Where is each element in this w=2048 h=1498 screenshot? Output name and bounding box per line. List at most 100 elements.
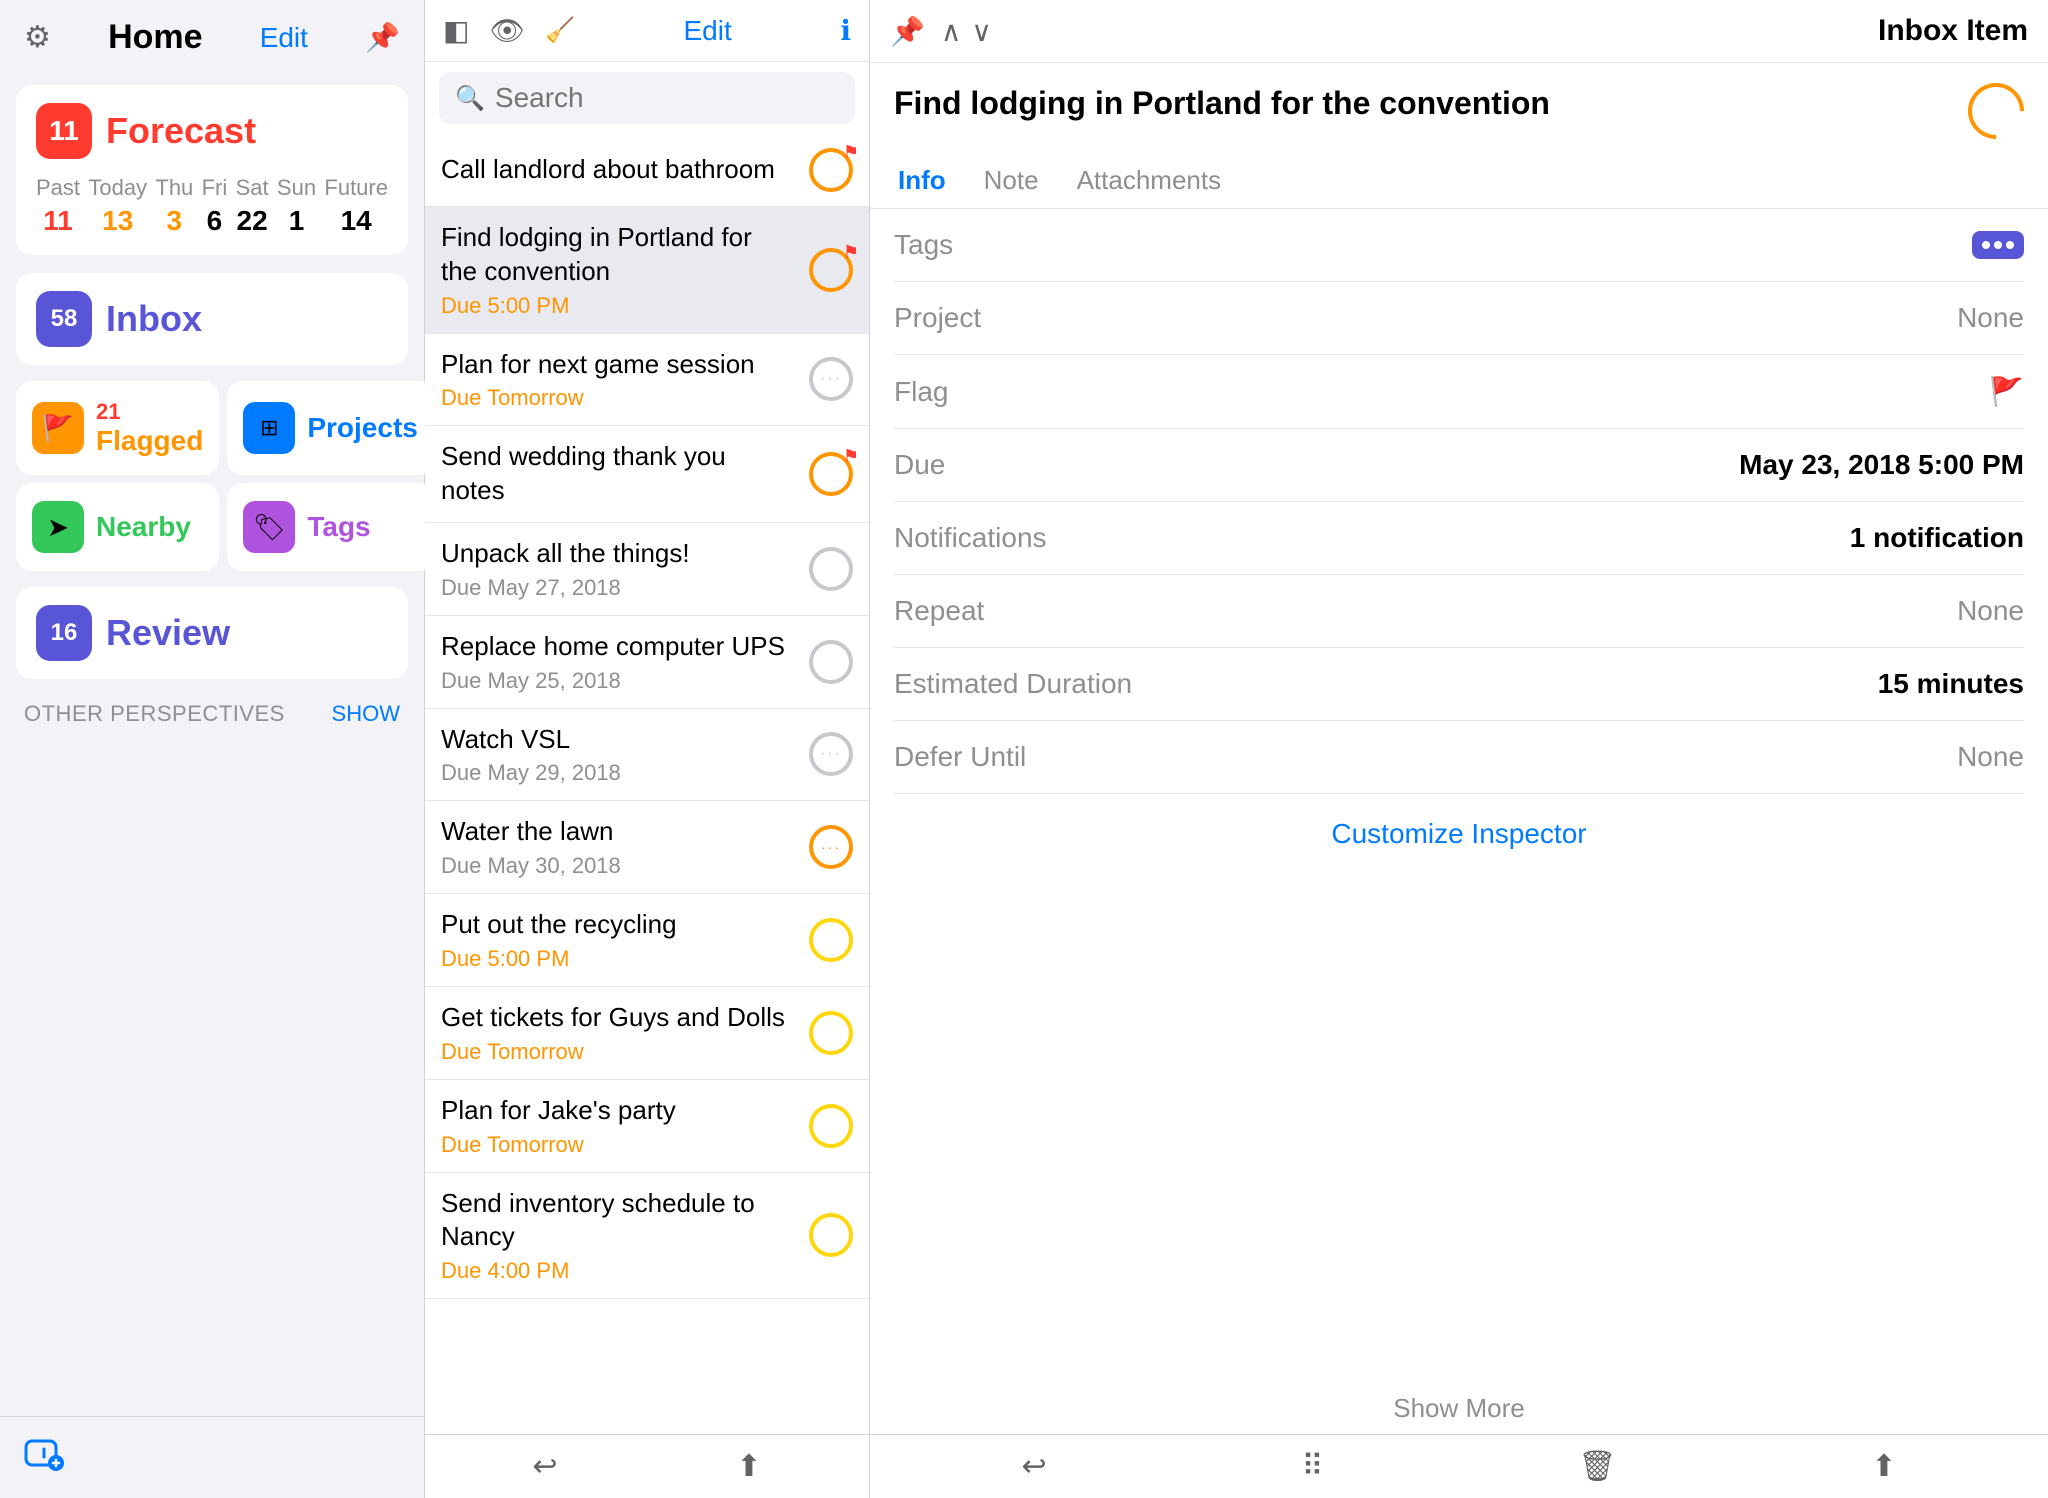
task-circle[interactable] xyxy=(809,640,853,684)
flag-icon: 🚩 xyxy=(32,402,84,454)
edit-button[interactable]: Edit xyxy=(260,22,308,54)
task-item[interactable]: Water the lawn Due May 30, 2018 ··· xyxy=(425,801,869,894)
right-task-title-section: Find lodging in Portland for the convent… xyxy=(870,63,2048,155)
task-item[interactable]: Send inventory schedule to Nancy Due 4:0… xyxy=(425,1173,869,1300)
tab-info[interactable]: Info xyxy=(894,155,950,208)
task-circle[interactable] xyxy=(809,1213,853,1257)
left-bottom-bar xyxy=(0,1416,424,1498)
task-item[interactable]: Put out the recycling Due 5:00 PM xyxy=(425,894,869,987)
search-icon: 🔍 xyxy=(455,84,485,113)
task-item[interactable]: Plan for Jake's party Due Tomorrow xyxy=(425,1080,869,1173)
middle-edit-button[interactable]: Edit xyxy=(684,15,732,47)
info-row-defer[interactable]: Defer Until None xyxy=(894,721,2024,794)
location-icon: ➤ xyxy=(32,501,84,553)
customize-inspector-button[interactable]: Customize Inspector xyxy=(894,794,2024,874)
search-bar: 🔍 xyxy=(439,72,855,124)
forecast-day-future[interactable]: Future 14 xyxy=(324,175,388,237)
forecast-days: Past 11 Today 13 Thu 3 Fri 6 Sat 22 Sun … xyxy=(36,175,388,237)
tag-icon: 🏷 xyxy=(243,501,295,553)
info-row-flag[interactable]: Flag 🚩 xyxy=(894,355,2024,429)
info-row-due[interactable]: Due May 23, 2018 5:00 PM xyxy=(894,429,2024,502)
add-item-button[interactable] xyxy=(24,1433,64,1482)
right-bottom-bar: ↩ ⠿ 🗑 ⬆ xyxy=(870,1434,2048,1498)
pin-icon[interactable]: 📌 xyxy=(890,15,925,48)
review-badge: 16 xyxy=(36,605,92,661)
info-row-notifications[interactable]: Notifications 1 notification xyxy=(894,502,2024,575)
other-perspectives: OTHER PERSPECTIVES SHOW xyxy=(0,687,424,733)
nearby-card[interactable]: ➤ Nearby xyxy=(16,483,219,571)
task-item[interactable]: Replace home computer UPS Due May 25, 20… xyxy=(425,616,869,709)
task-completion-circle[interactable] xyxy=(1956,71,2035,150)
forecast-day-past: Past 11 xyxy=(36,175,80,237)
task-item[interactable]: Watch VSL Due May 29, 2018 ··· xyxy=(425,709,869,802)
flag-icon[interactable]: 🚩 xyxy=(1989,375,2024,408)
grid-dots-icon[interactable]: ⠿ xyxy=(1302,1449,1324,1484)
inbox-card[interactable]: 58 Inbox xyxy=(16,273,408,365)
task-circle[interactable] xyxy=(809,918,853,962)
share-icon[interactable]: ⬆ xyxy=(736,1449,761,1484)
tab-attachments[interactable]: Attachments xyxy=(1073,155,1226,208)
forecast-day-today[interactable]: Today 13 xyxy=(88,175,147,237)
back-icon[interactable]: ↩ xyxy=(532,1449,557,1484)
forecast-day-sat[interactable]: Sat 22 xyxy=(236,175,269,237)
info-row-repeat[interactable]: Repeat None xyxy=(894,575,2024,648)
task-item[interactable]: Plan for next game session Due Tomorrow … xyxy=(425,334,869,427)
projects-icon: ⊞ xyxy=(243,402,295,454)
projects-card[interactable]: ⊞ Projects xyxy=(227,381,434,475)
forecast-day-fri[interactable]: Fri 6 xyxy=(202,175,228,237)
tags-icon[interactable] xyxy=(1972,231,2024,259)
task-circle[interactable] xyxy=(809,1104,853,1148)
task-circle[interactable]: ··· xyxy=(809,732,853,776)
right-task-title: Find lodging in Portland for the convent… xyxy=(894,83,1742,125)
middle-panel: ◧ 👁 🧹 Edit ℹ 🔍 Call landlord about bathr… xyxy=(425,0,870,1498)
right-tabs: Info Note Attachments xyxy=(870,155,2048,209)
task-circle[interactable] xyxy=(809,452,853,496)
middle-header-icons: ◧ 👁 🧹 xyxy=(443,14,575,47)
share-icon[interactable]: ⬆ xyxy=(1871,1449,1896,1484)
info-row-tags: Tags xyxy=(894,209,2024,282)
task-circle[interactable]: ··· xyxy=(809,357,853,401)
forecast-card[interactable]: 11 Forecast Past 11 Today 13 Thu 3 Fri 6… xyxy=(16,85,408,255)
show-more-button[interactable]: Show More xyxy=(870,1383,2048,1434)
trash-icon[interactable]: 🗑 xyxy=(1578,1449,1616,1484)
forecast-day-sun[interactable]: Sun 1 xyxy=(277,175,316,237)
task-circle[interactable] xyxy=(809,547,853,591)
undo-icon[interactable]: ↩ xyxy=(1021,1449,1046,1484)
flagged-card[interactable]: 🚩 21 Flagged xyxy=(16,381,219,475)
right-header-title: Inbox Item xyxy=(1008,14,2028,48)
info-section: Tags Project None Flag 🚩 Due May 23, 201… xyxy=(870,209,2048,1383)
task-item[interactable]: Find lodging in Portland for the convent… xyxy=(425,207,869,334)
forecast-label: Forecast xyxy=(106,110,256,152)
sidebar-toggle-icon[interactable]: ◧ xyxy=(443,14,469,47)
task-circle[interactable]: ··· xyxy=(809,825,853,869)
tags-card[interactable]: 🏷 Tags xyxy=(227,483,434,571)
forecast-badge: 11 xyxy=(36,103,92,159)
inbox-label: Inbox xyxy=(106,298,202,340)
task-circle[interactable] xyxy=(809,148,853,192)
up-arrow-button[interactable]: ∧ xyxy=(941,15,962,48)
task-item[interactable]: Call landlord about bathroom xyxy=(425,134,869,207)
eye-icon[interactable]: 👁 xyxy=(489,14,525,47)
show-perspectives-button[interactable]: SHOW xyxy=(332,701,400,727)
gear-icon[interactable]: ⚙ xyxy=(24,20,51,55)
forecast-day-thu[interactable]: Thu 3 xyxy=(155,175,193,237)
pin-icon[interactable]: 📌 xyxy=(365,21,400,54)
task-item[interactable]: Get tickets for Guys and Dolls Due Tomor… xyxy=(425,987,869,1080)
task-circle[interactable] xyxy=(809,248,853,292)
tab-note[interactable]: Note xyxy=(980,155,1043,208)
info-row-duration[interactable]: Estimated Duration 15 minutes xyxy=(894,648,2024,721)
task-item[interactable]: Send wedding thank you notes xyxy=(425,426,869,523)
middle-info-button[interactable]: ℹ xyxy=(840,14,851,47)
right-header-nav: ∧ ∨ xyxy=(941,15,992,48)
search-input[interactable] xyxy=(495,82,856,114)
left-panel: ⚙ Home Edit 📌 11 Forecast Past 11 Today … xyxy=(0,0,425,1498)
middle-bottom-bar: ↩ ⬆ xyxy=(425,1434,869,1498)
middle-header: ◧ 👁 🧹 Edit ℹ xyxy=(425,0,869,62)
inbox-badge: 58 xyxy=(36,291,92,347)
task-item[interactable]: Unpack all the things! Due May 27, 2018 xyxy=(425,523,869,616)
review-card[interactable]: 16 Review xyxy=(16,587,408,679)
clean-icon[interactable]: 🧹 xyxy=(545,16,575,45)
down-arrow-button[interactable]: ∨ xyxy=(971,15,992,48)
home-title: Home xyxy=(108,18,202,57)
task-circle[interactable] xyxy=(809,1011,853,1055)
